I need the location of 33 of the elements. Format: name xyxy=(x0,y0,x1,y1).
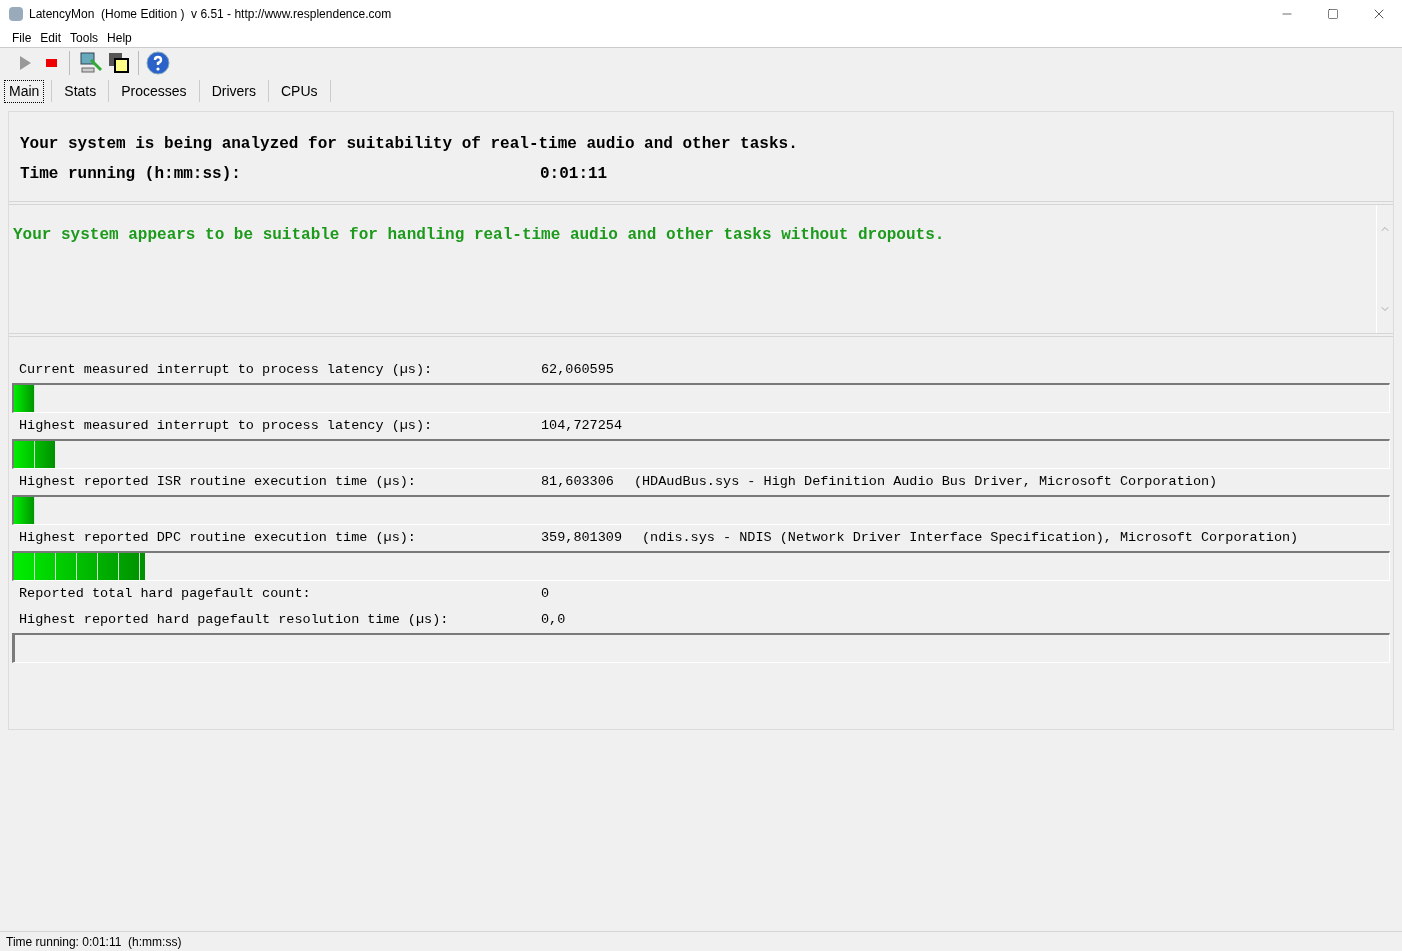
menu-item[interactable]: Tools xyxy=(70,28,99,47)
tab[interactable]: CPUs xyxy=(275,79,323,103)
tab[interactable]: Main xyxy=(4,79,45,103)
measurement-detail: (HDAudBus.sys - High Definition Audio Bus Driver, Microsoft Corporation) xyxy=(633,472,1218,491)
tab[interactable]: Stats xyxy=(59,79,102,103)
time-value: 0:01:11 xyxy=(540,164,608,185)
measurement-value: 0,0 xyxy=(541,610,566,629)
measurement-value: 62,060595 xyxy=(541,360,614,379)
measurement-label: Reported total hard pagefault count: xyxy=(19,584,312,603)
tab[interactable]: Processes xyxy=(116,79,192,103)
measurement-label: Highest reported hard pagefault resolution time (µs): xyxy=(19,610,450,629)
menu-item[interactable]: Help xyxy=(107,28,132,47)
measurement-value: 104,727254 xyxy=(541,416,622,435)
status-bar-text: Time running: 0:01:11 (h:mm:ss) xyxy=(6,933,182,951)
computer-icon[interactable] xyxy=(77,50,103,76)
time-label: Time running (h:mm:ss): xyxy=(20,164,242,185)
window-title: LatencyMon (Home Edition ) v 6.51 - http://www.resplendence.com xyxy=(29,6,392,23)
measurement-value: 81,603306 xyxy=(541,472,614,491)
menu-item[interactable]: File xyxy=(12,28,32,47)
measurement-label: Current measured interrupt to process latency (µs): xyxy=(19,360,434,379)
tab[interactable]: Drivers xyxy=(206,79,261,103)
measurement-label: Highest reported DPC routine execution time (µs): xyxy=(19,528,417,547)
measurement-detail: (ndis.sys - NDIS (Network Driver Interface Specification), Microsoft Corporation) xyxy=(642,528,1299,547)
measurement-label: Highest measured interrupt to process latency (µs): xyxy=(19,416,434,435)
measurement-label: Highest reported ISR routine execution time (µs): xyxy=(19,472,417,491)
verdict-message: Your system appears to be suitable for handling real-time audio and other tasks without dropouts. xyxy=(12,225,946,246)
app-icon xyxy=(9,7,23,21)
measurement-value: 0 xyxy=(541,584,550,603)
help-icon[interactable] xyxy=(146,51,170,75)
menu-item[interactable]: Edit xyxy=(40,28,62,47)
analysis-message: Your system is being analyzed for suitability of real-time audio and other tasks. xyxy=(20,134,799,155)
maximize-icon[interactable] xyxy=(1327,8,1339,20)
measurement-value: 359,801309 xyxy=(541,528,622,547)
